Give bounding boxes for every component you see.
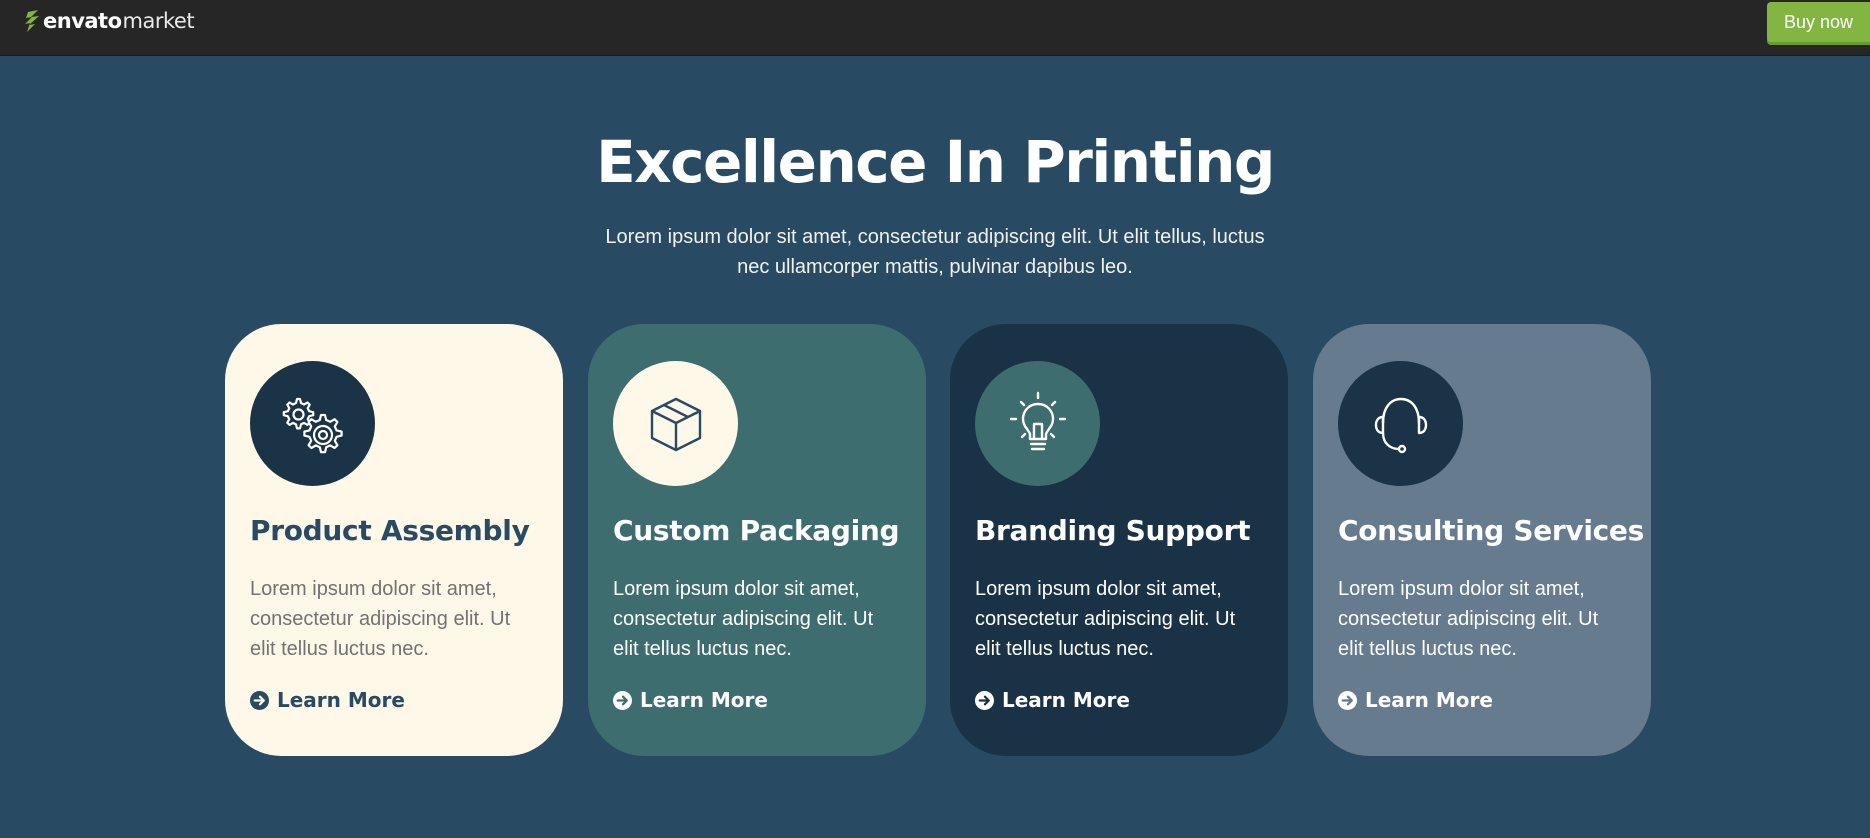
arrow-circle-right-icon	[613, 690, 632, 710]
service-icon-circle	[1338, 361, 1463, 486]
learn-more-label: Learn More	[277, 688, 405, 712]
card-description: Lorem ipsum dolor sit amet, consectetur …	[613, 578, 874, 660]
service-icon-circle	[613, 361, 738, 486]
learn-more-link[interactable]: Learn More	[975, 686, 1130, 714]
card-title: Consulting Services	[1338, 514, 1644, 547]
logo-brand-text: envato	[43, 9, 122, 33]
service-icon-circle	[975, 361, 1100, 486]
envato-market-logo[interactable]: envato market	[24, 8, 195, 34]
box-icon	[650, 397, 701, 451]
service-card-consulting-services: Consulting Services Lorem ipsum dolor si…	[1313, 324, 1651, 756]
card-description: Lorem ipsum dolor sit amet, consectetur …	[975, 578, 1236, 660]
card-title: Custom Packaging	[613, 514, 900, 547]
card-description: Lorem ipsum dolor sit amet, consectetur …	[250, 578, 511, 660]
headset-icon	[1374, 397, 1427, 453]
service-card-branding-support: Branding Support Lorem ipsum dolor sit a…	[950, 324, 1288, 756]
service-icon-circle	[250, 361, 375, 486]
envato-leaf-icon	[25, 10, 39, 32]
learn-more-label: Learn More	[1365, 688, 1493, 712]
service-card-product-assembly: Product Assembly Lorem ipsum dolor sit a…	[225, 324, 563, 756]
buy-now-button[interactable]: Buy now	[1767, 2, 1870, 42]
page-subtitle: Lorem ipsum dolor sit amet, consectetur …	[605, 226, 1265, 278]
card-title: Product Assembly	[250, 514, 530, 547]
service-card-custom-packaging: Custom Packaging Lorem ipsum dolor sit a…	[588, 324, 926, 756]
arrow-circle-right-icon	[975, 690, 994, 710]
lightbulb-icon	[1009, 391, 1066, 450]
arrow-circle-right-icon	[250, 690, 269, 710]
card-description: Lorem ipsum dolor sit amet, consectetur …	[1338, 578, 1599, 660]
learn-more-link[interactable]: Learn More	[613, 686, 768, 714]
learn-more-link[interactable]: Learn More	[1338, 686, 1493, 714]
learn-more-label: Learn More	[1002, 688, 1130, 712]
learn-more-link[interactable]: Learn More	[250, 686, 405, 714]
card-title: Branding Support	[975, 514, 1251, 547]
top-bar: envato market Buy now	[0, 0, 1870, 56]
gears-icon	[282, 397, 343, 453]
arrow-circle-right-icon	[1338, 690, 1357, 710]
learn-more-label: Learn More	[640, 688, 768, 712]
logo-sub-text: market	[122, 9, 195, 33]
page-title: Excellence In Printing	[596, 128, 1275, 196]
